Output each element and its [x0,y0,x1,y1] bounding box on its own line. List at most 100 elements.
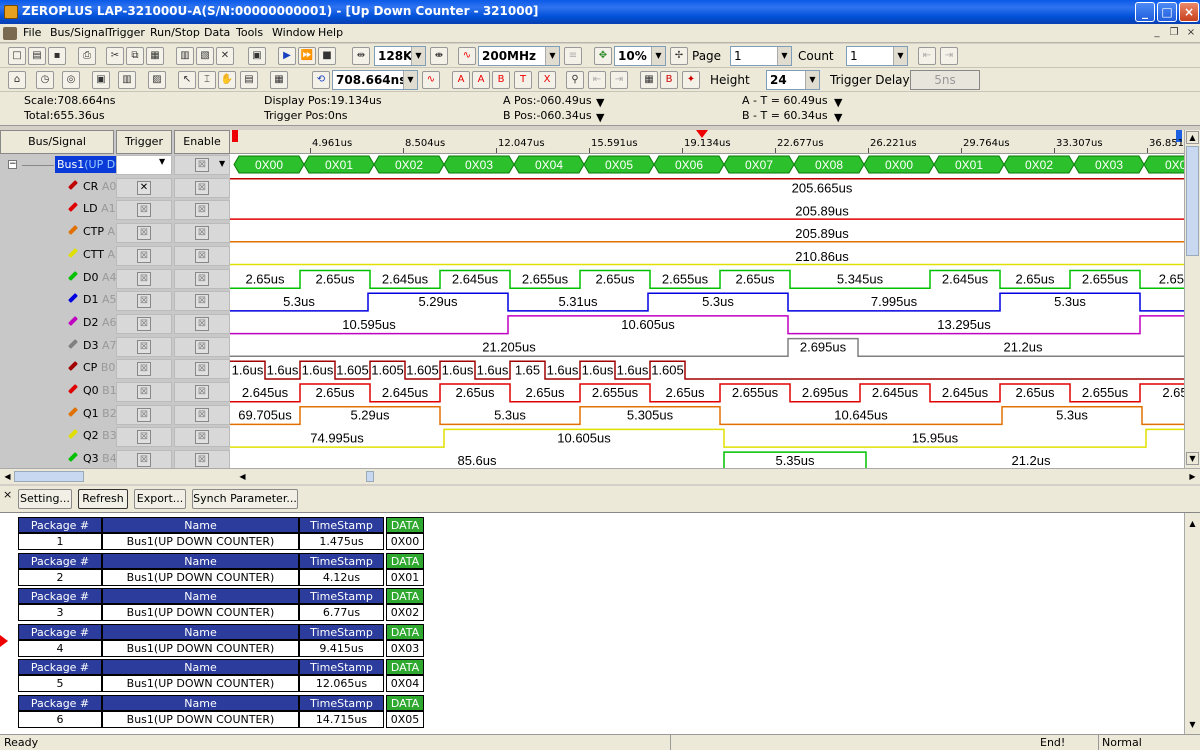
threshold-icon[interactable]: ≡ [564,47,582,65]
measure-icon[interactable]: ▤ [240,71,258,89]
mdi-close-icon[interactable]: × [1184,27,1198,39]
menu-window[interactable]: Window [272,26,315,39]
trigger-cell[interactable]: ⊠ [116,245,172,266]
b-t-dropdown-icon[interactable]: ▼ [834,111,842,124]
search-next-icon[interactable]: ⇥ [610,71,628,89]
trigger-cell[interactable]: ⊠ [116,268,172,289]
enable-cell[interactable]: ⊠ [174,382,230,402]
trigger-dont-care-icon[interactable]: ⊠ [137,248,151,263]
scale-combo[interactable]: 708.664ns ▼ [332,70,418,90]
signal-row[interactable]: CTT A3 ⊠ ⊠ [0,245,230,267]
a-t-dropdown-icon[interactable]: ▼ [834,96,842,109]
home-icon[interactable]: ⌂ [8,71,26,89]
enable-cell[interactable]: ⊠ [174,268,230,289]
enable-checkbox-icon[interactable]: ⊠ [195,453,209,468]
signal-hscroll-thumb[interactable] [14,471,84,482]
wave-scroll-left-icon[interactable]: ◀ [236,470,249,483]
memory-combo[interactable]: 128K ▼ [374,46,426,66]
waveform-area[interactable]: 4.961us 8.504us 12.047us 15.591us 19.134us 22… [230,130,1184,468]
enable-checkbox-icon[interactable]: ⊠ [195,294,209,309]
signal-row[interactable]: CTP A2 ⊠ ⊠ [0,222,230,244]
delete-icon[interactable]: ✕ [216,47,234,65]
enable-cell[interactable]: ⊠ [174,404,230,425]
bus-property-icon[interactable]: ▥ [176,47,194,65]
copy-icon[interactable]: ⧉ [126,47,144,65]
go-trigger-icon[interactable]: ◎ [62,71,80,89]
device-icon[interactable]: ▣ [248,47,266,65]
enable-cell[interactable]: ⊠ [174,427,230,448]
enable-checkbox-icon[interactable]: ⊠ [195,248,209,263]
trigger-cell[interactable]: ✕ [116,177,172,198]
trigger-dont-care-icon[interactable]: ⊠ [137,407,151,422]
enable-checkbox-icon[interactable]: ⊠ [195,339,209,354]
menu-file[interactable]: File [23,26,41,39]
calc-icon[interactable]: ▦ [640,71,658,89]
trigger-dont-care-icon[interactable]: ⊠ [137,203,151,218]
trigger-dont-care-icon[interactable]: ⊠ [137,362,151,377]
enable-cell[interactable]: ⊠ [174,359,230,380]
bar-icon[interactable]: A [452,71,470,89]
enable-cell[interactable]: ⊠ [174,313,230,334]
signal-name[interactable]: D0 A4 [83,271,117,284]
signal-name[interactable]: D3 A7 [83,339,117,352]
enable-checkbox-icon[interactable]: ⊠ [195,385,209,399]
menu-data[interactable]: Data [204,26,230,39]
export-button[interactable]: Export... [134,489,186,509]
table-row[interactable]: Package # Name TimeStamp DATA 1 Bus1(UP DOWN … [18,517,424,551]
search-icon[interactable]: ⚲ [566,71,584,89]
new-icon[interactable]: □ [8,47,26,65]
refresh-button[interactable]: Refresh [78,489,128,509]
close-panel-icon[interactable]: × [3,488,12,501]
enable-cell[interactable]: ⊠ [174,336,230,357]
paste-icon[interactable]: ▦ [146,47,164,65]
enable-checkbox-icon[interactable]: ⊠ [195,226,209,241]
trigger-cell[interactable]: ⊠ [116,427,172,448]
grid-icon[interactable]: ▦ [270,71,288,89]
table-row[interactable]: Package # Name TimeStamp DATA 5 Bus1(UP DOWN … [18,659,424,693]
enable-checkbox-icon[interactable]: ⊠ [195,430,209,445]
enable-header[interactable]: Enable [174,130,230,154]
next-page-icon[interactable]: ⇥ [940,47,958,65]
enable-cell[interactable]: ⊠ [174,223,230,244]
trigger-dont-care-icon[interactable]: ⊠ [137,294,151,309]
trigger-dont-care-icon[interactable]: ⊠ [137,339,151,354]
menu-help[interactable]: Help [318,26,343,39]
open-icon[interactable]: ▤ [28,47,46,65]
signal-name[interactable]: D2 A6 [83,316,117,329]
signal-name[interactable]: D1 A5 [83,293,117,306]
sample-rate-combo[interactable]: 200MHz ▼ [478,46,560,66]
collapse-icon[interactable]: − [8,160,17,169]
trigger-cell[interactable]: ⊠ [116,359,172,380]
signal-name[interactable]: LD A1 [83,202,116,215]
print-icon[interactable]: ⎙ [78,47,96,65]
signal-row[interactable]: Q2 B3 ⊠ ⊠ [0,426,230,448]
signal-row[interactable]: D3 A7 ⊠ ⊠ [0,336,230,358]
trigger-dont-care-icon[interactable]: ⊠ [137,430,151,445]
menu-bus-signal[interactable]: Bus/Signal [50,26,108,39]
trigger-dont-care-icon[interactable]: ⊠ [137,271,151,286]
trigger-position-icon[interactable]: ✥ [594,47,612,65]
a-cursor-marker[interactable] [232,130,238,142]
page-combo[interactable]: 1 ▼ [730,46,792,66]
cursor-icon[interactable]: ⌶ [198,71,216,89]
stop-icon[interactable]: ■ [318,47,336,65]
signal-row[interactable]: CP B0 ⊠ ⊠ [0,358,230,380]
signal-row[interactable]: D1 A5 ⊠ ⊠ [0,290,230,312]
b-pos-dropdown-icon[interactable]: ▼ [596,111,604,124]
enable-cell[interactable]: ⊠ [174,177,230,198]
falling-edge-icon[interactable]: ✕ [137,180,151,195]
signal-row[interactable]: Q1 B2 ⊠ ⊠ [0,404,230,426]
table-row[interactable]: Package # Name TimeStamp DATA 6 Bus1(UP DOWN … [18,695,424,729]
table-scroll-up-icon[interactable]: ▲ [1186,517,1199,530]
trigger-setting-icon[interactable]: ▣ [92,71,110,89]
synch-parameter-button[interactable]: Synch Parameter... [192,489,298,509]
signal-name[interactable]: Q1 B2 [83,407,117,420]
close-button[interactable]: × [1179,2,1199,22]
run-icon[interactable]: ▶ [278,47,296,65]
trigger-delay-field[interactable]: 5ns [910,70,980,90]
cut-icon[interactable]: ✂ [106,47,124,65]
enable-checkbox-icon[interactable]: ⊠ [195,180,209,195]
waveform-icon[interactable]: ▥ [118,71,136,89]
menu-run-stop[interactable]: Run/Stop [150,26,200,39]
trigger-cell[interactable]: ⊠ [116,336,172,357]
